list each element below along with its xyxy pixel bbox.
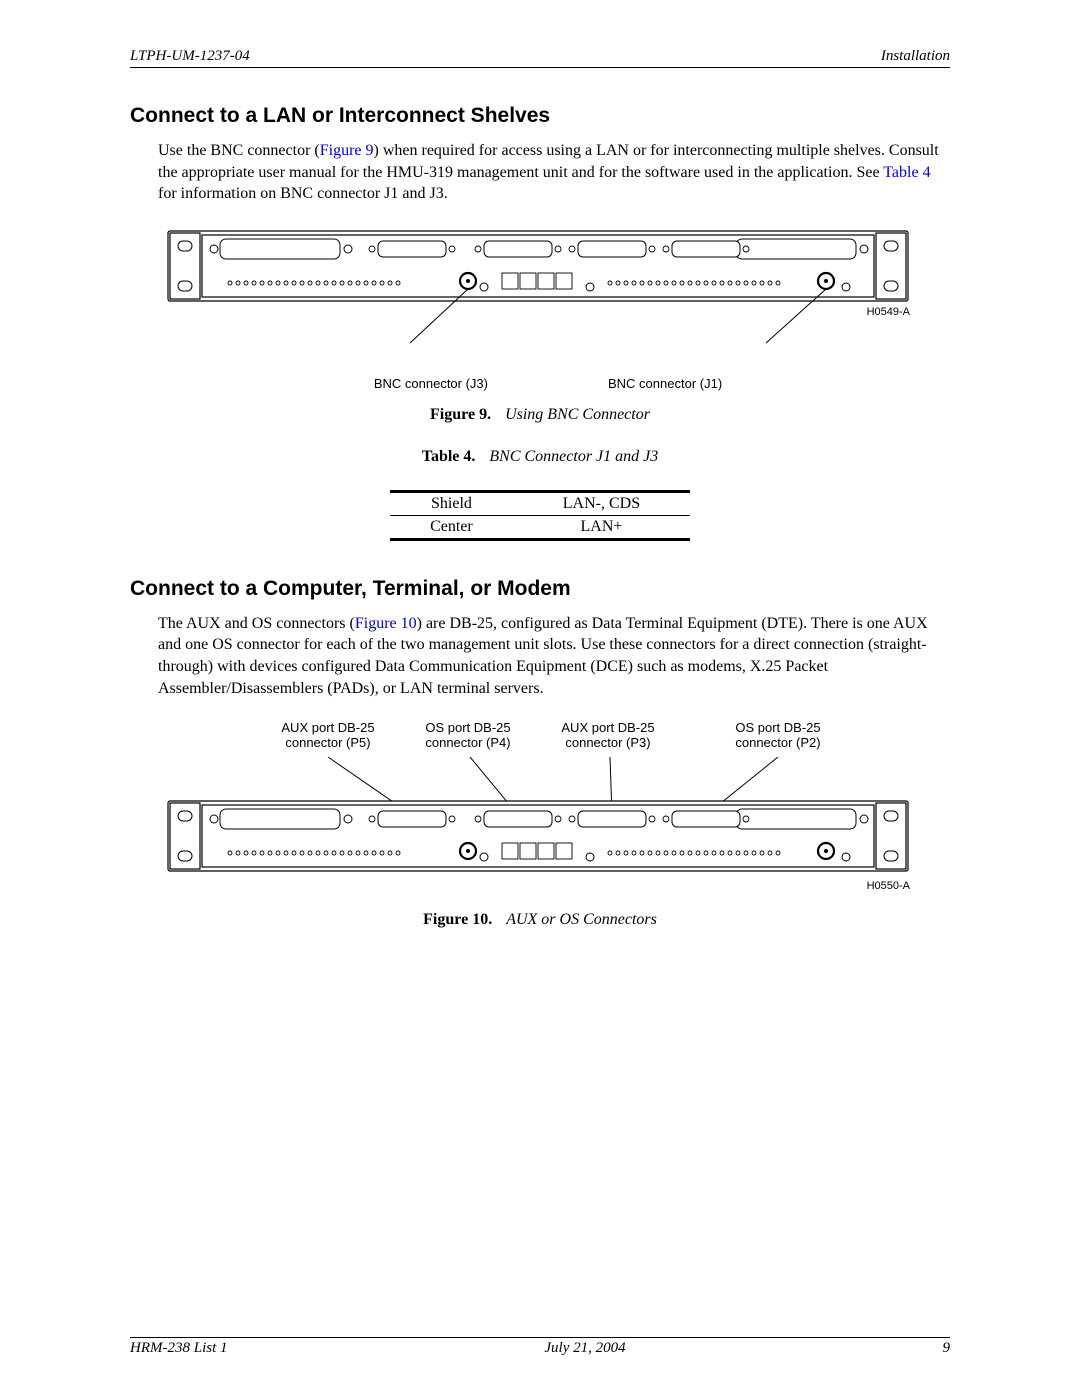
table-row: Shield LAN-, CDS (390, 491, 690, 515)
footer-left: HRM-238 List 1 (130, 1340, 228, 1357)
callout-bnc-j3: BNC connector (J3) (228, 377, 488, 392)
link-table-4[interactable]: Table 4 (883, 164, 930, 181)
heading-lan: Connect to a LAN or Interconnect Shelves (130, 104, 950, 128)
header-left: LTPH-UM-1237-04 (130, 48, 250, 65)
figure-9-partno: H0549-A (867, 306, 911, 318)
callout-bnc-j1: BNC connector (J1) (608, 377, 868, 392)
figure-10-caption: Figure 10.AUX or OS Connectors (130, 911, 950, 929)
para-terminal: The AUX and OS connectors (Figure 10) ar… (158, 613, 950, 699)
link-figure-9[interactable]: Figure 9 (320, 142, 374, 159)
header-right: Installation (881, 48, 950, 65)
table-row: Center LAN+ (390, 515, 690, 539)
callout-p4: OS port DB-25connector (P4) (398, 721, 538, 751)
figure-10: AUX port DB-25connector (P5) OS port DB-… (158, 721, 950, 897)
figure-9-caption: Figure 9.Using BNC Connector (130, 406, 950, 424)
footer-right: 9 (942, 1340, 950, 1357)
running-footer: HRM-238 List 1 July 21, 2004 9 (130, 1337, 950, 1357)
callout-p5: AUX port DB-25connector (P5) (258, 721, 398, 751)
callout-p3: AUX port DB-25connector (P3) (538, 721, 678, 751)
figure-10-partno: H0550-A (867, 880, 911, 892)
footer-center: July 21, 2004 (544, 1340, 625, 1357)
callout-p2: OS port DB-25connector (P2) (708, 721, 848, 751)
figure-9: H0549-A BNC connector (J3) BNC connector… (158, 227, 950, 392)
running-header: LTPH-UM-1237-04 Installation (130, 48, 950, 68)
para-lan: Use the BNC connector (Figure 9) when re… (158, 140, 950, 205)
table-4-caption: Table 4.BNC Connector J1 and J3 (130, 448, 950, 466)
table-4: Shield LAN-, CDS Center LAN+ (390, 490, 690, 541)
heading-terminal: Connect to a Computer, Terminal, or Mode… (130, 577, 950, 601)
link-figure-10[interactable]: Figure 10 (355, 615, 417, 632)
